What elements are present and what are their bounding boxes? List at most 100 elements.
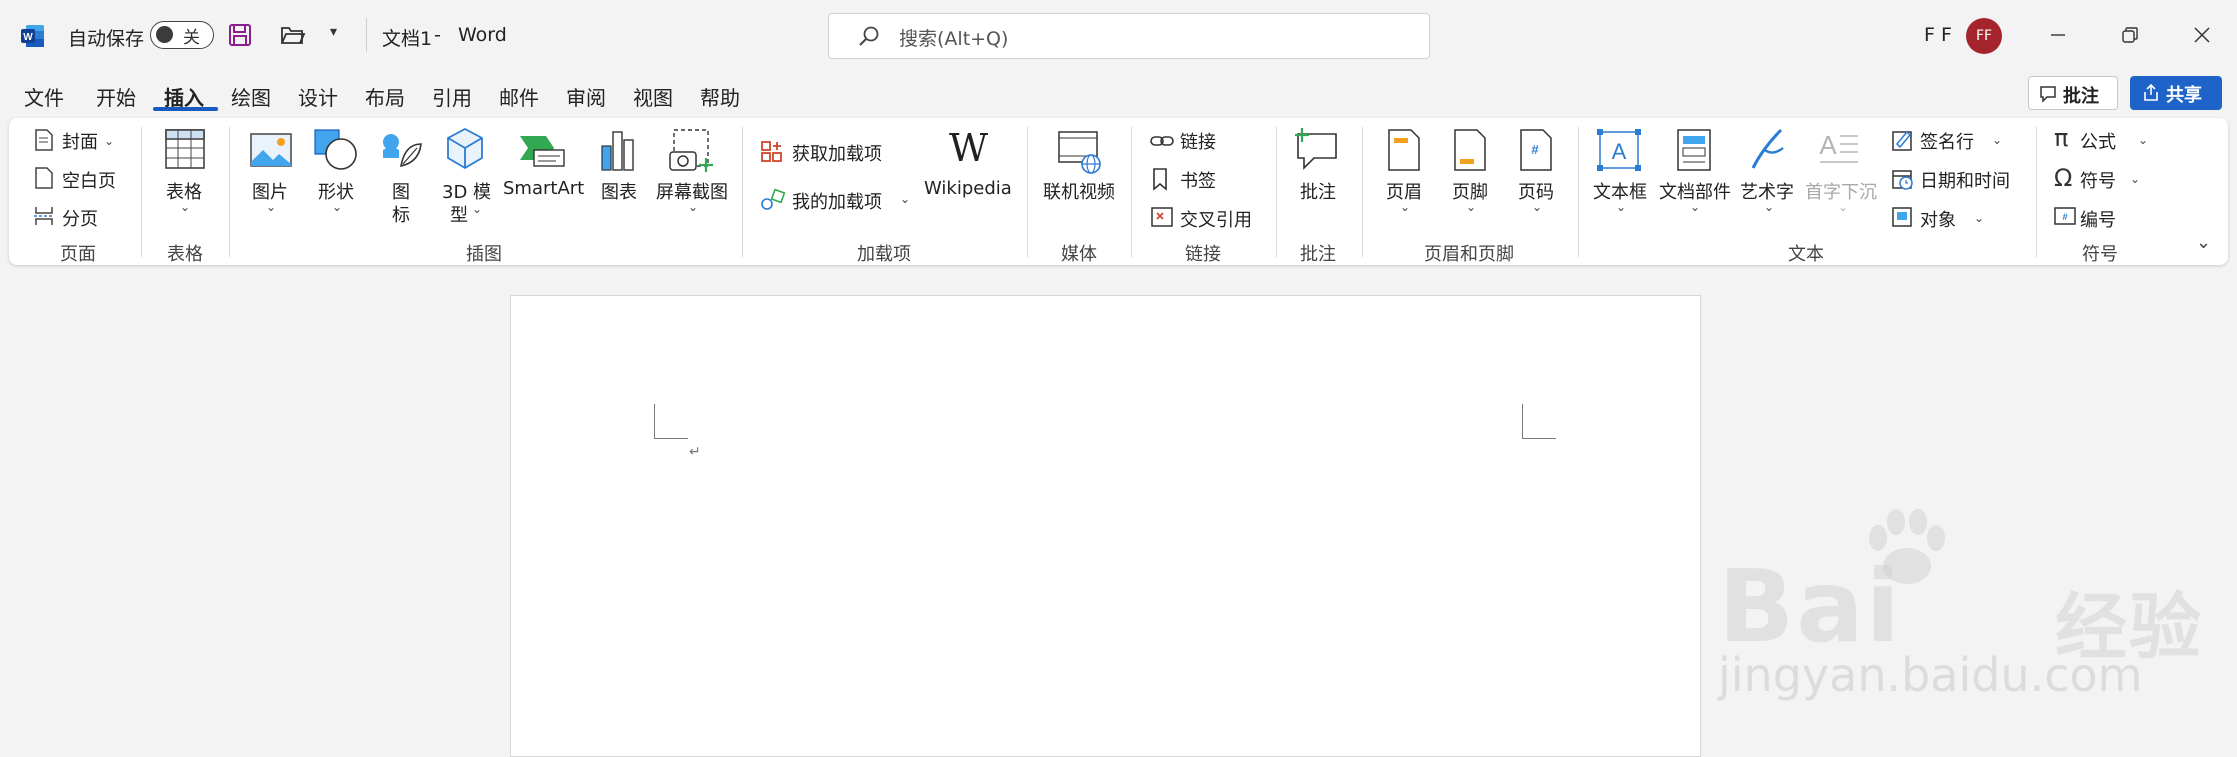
chevron-down-icon[interactable]: ⌄ [180, 200, 190, 214]
my-addins-button[interactable]: 我的加载项 [792, 188, 882, 214]
online-video-button[interactable]: 联机视频 [1043, 178, 1115, 204]
document-page[interactable]: ↵ [510, 295, 1701, 757]
blank-page-icon [35, 167, 53, 189]
equation-button[interactable]: 公式 [2080, 128, 2116, 154]
chevron-down-icon[interactable]: ⌄ [1764, 200, 1774, 214]
save-icon[interactable] [228, 23, 252, 47]
page-break-button[interactable]: 分页 [62, 205, 98, 231]
object-button[interactable]: 对象 [1920, 206, 1956, 232]
watermark-url: jingyan.baidu.com [1718, 648, 2143, 702]
chevron-down-icon[interactable]: ⌄ [1532, 200, 1542, 214]
new-comment-icon [1295, 128, 1337, 170]
new-comment-button[interactable]: 批注 [1300, 178, 1336, 204]
comments-button-label: 批注 [2063, 86, 2099, 107]
tab-draw[interactable]: 绘图 [231, 82, 271, 111]
minimize-icon[interactable] [2048, 25, 2068, 45]
group-label-header-footer: 页眉和页脚 [1424, 244, 1514, 265]
blank-page-button[interactable]: 空白页 [62, 167, 116, 193]
bookmark-icon [1153, 168, 1167, 191]
link-button[interactable]: 链接 [1180, 128, 1216, 154]
tab-mailings[interactable]: 邮件 [499, 82, 539, 111]
comment-icon [2040, 86, 2056, 103]
icons-button-line2[interactable]: 标 [392, 201, 410, 227]
footer-icon [1454, 129, 1486, 171]
share-icon [2144, 84, 2158, 101]
wikipedia-button[interactable]: Wikipedia [924, 178, 1012, 199]
smartart-icon [520, 136, 565, 167]
close-icon[interactable] [2192, 25, 2212, 45]
comments-button[interactable]: 批注 [2028, 76, 2118, 110]
tab-home[interactable]: 开始 [96, 82, 136, 111]
chevron-down-icon[interactable]: ⌄ [1616, 200, 1626, 214]
wordart-icon [1751, 128, 1784, 169]
chevron-down-icon[interactable]: ⌄ [2130, 172, 2140, 186]
chevron-down-icon[interactable]: ⌄ [1690, 200, 1700, 214]
smartart-button[interactable]: SmartArt [503, 178, 584, 199]
svg-text:#: # [2062, 212, 2067, 222]
online-video-icon [1058, 131, 1101, 174]
chevron-down-icon[interactable]: ⌄ [1400, 200, 1410, 214]
tab-help[interactable]: 帮助 [700, 82, 740, 111]
signature-line-button[interactable]: 签名行 [1920, 128, 1974, 154]
chevron-down-icon[interactable]: ⌄ [1974, 211, 1984, 225]
drop-cap-icon: A [1819, 130, 1858, 163]
group-label-illustrations: 插图 [466, 244, 502, 265]
tab-references[interactable]: 引用 [432, 82, 472, 111]
search-box[interactable]: 搜索(Alt+Q) [828, 13, 1430, 59]
restore-icon[interactable] [2120, 25, 2140, 45]
chevron-down-icon[interactable]: ⌄ [1838, 200, 1848, 214]
omega-icon: Ω [2054, 164, 2073, 192]
tab-file[interactable]: 文件 [24, 82, 64, 111]
shapes-icon [314, 129, 357, 170]
number-button[interactable]: 编号 [2080, 206, 2116, 232]
margin-mark-top-right [1522, 404, 1523, 438]
group-label-pages: 页面 [60, 244, 96, 265]
tab-review[interactable]: 审阅 [566, 82, 606, 111]
chevron-down-icon[interactable]: ⌄ [2138, 133, 2148, 147]
autosave-toggle[interactable]: 关 [150, 21, 214, 49]
share-button[interactable]: 共享 [2130, 76, 2222, 110]
avatar[interactable]: FF [1966, 18, 2002, 54]
date-time-button[interactable]: 日期和时间 [1920, 167, 2010, 193]
word-logo-icon[interactable]: W [20, 23, 46, 49]
wikipedia-icon: W [949, 126, 989, 170]
get-addins-button[interactable]: 获取加载项 [792, 140, 882, 166]
chevron-down-icon[interactable]: ⌄ [688, 200, 698, 214]
get-addins-icon [761, 141, 782, 162]
group-divider [1131, 127, 1132, 257]
cover-page-button[interactable]: 封面 [62, 128, 98, 154]
cross-reference-button[interactable]: 交叉引用 [1180, 206, 1252, 232]
search-icon [859, 26, 879, 46]
open-folder-icon[interactable] [280, 24, 306, 46]
autosave-label: 自动保存 [68, 28, 145, 50]
chevron-down-icon[interactable]: ⌄ [266, 200, 276, 214]
chevron-down-icon[interactable]: ⌄ [1992, 133, 2002, 147]
link-icon [1150, 136, 1174, 146]
group-divider [2036, 127, 2037, 257]
my-addins-icon [761, 188, 786, 210]
tab-view[interactable]: 视图 [633, 82, 673, 111]
chart-button[interactable]: 图表 [601, 178, 637, 204]
signature-line-icon [1892, 130, 1912, 151]
tab-layout[interactable]: 布局 [365, 82, 405, 111]
chevron-down-icon[interactable]: ⌄ [1466, 200, 1476, 214]
chevron-down-icon[interactable]: ⌄ [104, 134, 114, 148]
collapse-ribbon-icon[interactable]: ⌄ [2196, 232, 2211, 253]
group-divider [229, 127, 230, 257]
group-label-tables: 表格 [167, 244, 203, 265]
chevron-down-icon[interactable]: ⌄ [332, 200, 342, 214]
tab-design[interactable]: 设计 [298, 82, 338, 111]
chevron-down-icon[interactable]: ⌄ [472, 202, 482, 216]
bookmark-button[interactable]: 书签 [1180, 167, 1216, 193]
3d-model-button-line2[interactable]: 型 [450, 201, 468, 227]
title-bar: W 自动保存 关 ▾ 文档1 - Word 搜索(Alt+Q) F F FF [0, 0, 2237, 70]
group-label-text: 文本 [1788, 244, 1824, 265]
group-divider [1578, 127, 1579, 257]
group-label-links: 链接 [1185, 244, 1221, 265]
margin-mark-top-left [654, 404, 655, 438]
customize-toolbar-icon[interactable]: ▾ [330, 24, 337, 40]
symbol-button[interactable]: 符号 [2080, 167, 2116, 193]
group-label-media: 媒体 [1061, 244, 1097, 265]
chevron-down-icon[interactable]: ⌄ [900, 192, 910, 206]
picture-icon [250, 133, 292, 167]
